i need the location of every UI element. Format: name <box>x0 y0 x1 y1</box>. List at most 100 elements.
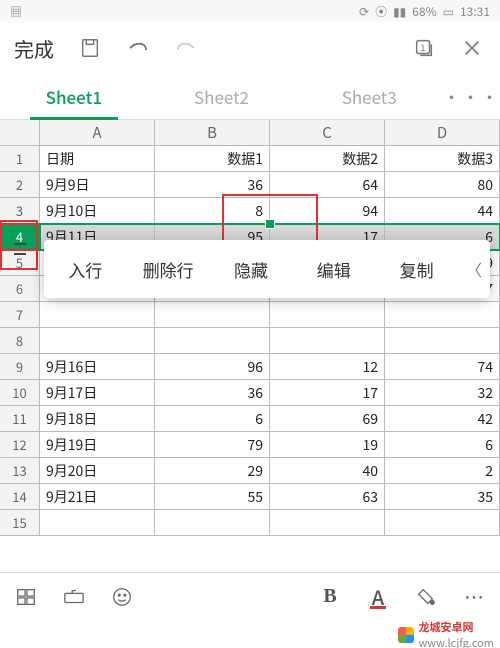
col-header-D[interactable]: D <box>385 120 500 146</box>
menu-insert-row[interactable]: 入行 <box>44 257 127 282</box>
cell[interactable]: 94 <box>270 198 385 224</box>
cell[interactable]: 63 <box>270 484 385 510</box>
table-row: 9月17日361732 <box>40 380 500 406</box>
status-app-icon: ▦ <box>10 3 353 20</box>
cell[interactable]: 29 <box>155 458 270 484</box>
table-row: 日期数据1数据2数据3 <box>40 146 500 172</box>
cell[interactable]: 74 <box>385 354 500 380</box>
close-icon[interactable] <box>460 36 484 60</box>
cell[interactable] <box>40 302 155 328</box>
col-header-B[interactable]: B <box>155 120 270 146</box>
bold-button[interactable]: B <box>312 579 348 615</box>
watermark-title: 龙城安卓网 <box>418 619 494 635</box>
cell[interactable]: 64 <box>270 172 385 198</box>
cell[interactable]: 9月21日 <box>40 484 155 510</box>
col-header-A[interactable]: A <box>40 120 155 146</box>
cell[interactable] <box>385 302 500 328</box>
cell[interactable]: 80 <box>385 172 500 198</box>
cell[interactable]: 35 <box>385 484 500 510</box>
cell[interactable] <box>385 510 500 536</box>
cell[interactable]: 2 <box>385 458 500 484</box>
spreadsheet[interactable]: ABCD123456789101112131415日期数据1数据2数据39月9日… <box>0 120 500 536</box>
cell[interactable] <box>270 328 385 354</box>
row-header-2[interactable]: 2 <box>0 172 40 198</box>
row-header-12[interactable]: 12 <box>0 432 40 458</box>
row-header-4[interactable]: 4 <box>0 224 40 250</box>
tab-more[interactable]: ••• <box>443 74 500 120</box>
grid-tool-icon[interactable] <box>8 579 44 615</box>
cell[interactable] <box>385 328 500 354</box>
done-button[interactable]: 完成 <box>14 34 54 63</box>
row-header-10[interactable]: 10 <box>0 380 40 406</box>
cell[interactable]: 数据3 <box>385 146 500 172</box>
table-row <box>40 328 500 354</box>
keyboard-icon[interactable] <box>56 579 92 615</box>
cell[interactable] <box>155 302 270 328</box>
cell[interactable]: 日期 <box>40 146 155 172</box>
cell[interactable]: 9月10日 <box>40 198 155 224</box>
tab-sheet2[interactable]: Sheet2 <box>148 74 296 120</box>
row-header-11[interactable]: 11 <box>0 406 40 432</box>
col-header-C[interactable]: C <box>270 120 385 146</box>
cell[interactable] <box>40 328 155 354</box>
menu-copy[interactable]: 复制 <box>375 257 458 282</box>
row-header-1[interactable]: 1 <box>0 146 40 172</box>
table-row <box>40 302 500 328</box>
cell[interactable] <box>40 510 155 536</box>
cell[interactable]: 40 <box>270 458 385 484</box>
row-header-7[interactable]: 7 <box>0 302 40 328</box>
row-header-3[interactable]: 3 <box>0 198 40 224</box>
row-header-15[interactable]: 15 <box>0 510 40 536</box>
row-header-14[interactable]: 14 <box>0 484 40 510</box>
cell[interactable]: 9月18日 <box>40 406 155 432</box>
cell[interactable]: 6 <box>155 406 270 432</box>
cell[interactable]: 12 <box>270 354 385 380</box>
cell[interactable]: 数据1 <box>155 146 270 172</box>
cell[interactable]: 9月19日 <box>40 432 155 458</box>
fill-color-button[interactable] <box>408 579 444 615</box>
menu-delete-row[interactable]: 删除行 <box>127 257 210 282</box>
cell[interactable]: 36 <box>155 380 270 406</box>
cell[interactable]: 79 <box>155 432 270 458</box>
cell[interactable] <box>155 510 270 536</box>
cell[interactable]: 19 <box>270 432 385 458</box>
watermark-url: www.lcjfg.com <box>418 635 494 648</box>
cell[interactable]: 32 <box>385 380 500 406</box>
menu-more-icon[interactable]: 〈 <box>458 257 490 281</box>
cell[interactable] <box>270 302 385 328</box>
cell[interactable]: 6 <box>385 432 500 458</box>
menu-hide[interactable]: 隐藏 <box>210 257 293 282</box>
font-color-button[interactable]: A <box>360 579 396 615</box>
row-header-13[interactable]: 13 <box>0 458 40 484</box>
cell[interactable]: 36 <box>155 172 270 198</box>
emoji-icon[interactable] <box>104 579 140 615</box>
cell[interactable]: 数据2 <box>270 146 385 172</box>
sheet-tabs: Sheet1 Sheet2 Sheet3 ••• <box>0 74 500 120</box>
row-header-9[interactable]: 9 <box>0 354 40 380</box>
menu-edit[interactable]: 编辑 <box>292 257 375 282</box>
cell[interactable]: 17 <box>270 380 385 406</box>
cell[interactable]: 69 <box>270 406 385 432</box>
tab-sheet1[interactable]: Sheet1 <box>0 74 148 120</box>
cell[interactable]: 8 <box>155 198 270 224</box>
tab-sheet3[interactable]: Sheet3 <box>295 74 443 120</box>
row-header-6[interactable]: 6 <box>0 276 40 302</box>
cell[interactable] <box>270 510 385 536</box>
tabs-icon[interactable]: 1 <box>412 36 436 60</box>
status-wifi-icon: ⦿ <box>375 3 387 20</box>
selection-handle-top[interactable] <box>265 219 275 229</box>
save-icon[interactable] <box>78 36 102 60</box>
cell[interactable]: 96 <box>155 354 270 380</box>
cell[interactable]: 9月20日 <box>40 458 155 484</box>
cell[interactable]: 55 <box>155 484 270 510</box>
cell[interactable]: 42 <box>385 406 500 432</box>
toolbar-more-icon[interactable]: ⋯ <box>456 579 492 615</box>
row-header-8[interactable]: 8 <box>0 328 40 354</box>
cell[interactable] <box>155 328 270 354</box>
cell[interactable]: 9月17日 <box>40 380 155 406</box>
cell[interactable]: 9月9日 <box>40 172 155 198</box>
corner-cell[interactable] <box>0 120 40 146</box>
cell[interactable]: 9月16日 <box>40 354 155 380</box>
cell[interactable]: 44 <box>385 198 500 224</box>
undo-icon[interactable] <box>126 36 150 60</box>
